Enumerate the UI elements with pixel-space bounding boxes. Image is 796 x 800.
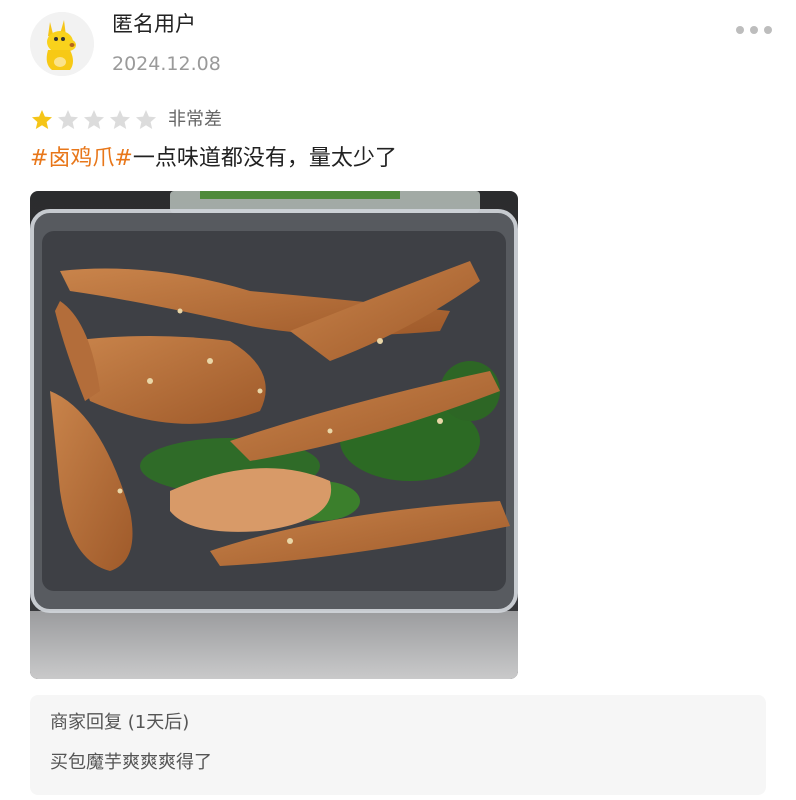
rating-label: 非常差 xyxy=(168,109,222,130)
review-date: 2024.12.08 xyxy=(112,53,221,75)
star-empty-icon xyxy=(56,108,80,132)
merchant-reply: 商家回复 (1天后) 买包魔芋爽爽爽得了 xyxy=(30,695,766,795)
star-filled-icon xyxy=(30,108,54,132)
kangaroo-mascot-icon xyxy=(30,12,94,76)
star-empty-icon xyxy=(134,108,158,132)
review-photo[interactable] xyxy=(30,191,518,679)
username[interactable]: 匿名用户 xyxy=(112,8,196,40)
user-avatar[interactable] xyxy=(30,12,94,76)
food-photo-chicken-feet xyxy=(30,191,518,679)
review-text: #卤鸡爪#一点味道都没有，量太少了 xyxy=(30,142,397,176)
rating-row: 非常差 xyxy=(30,106,330,134)
merchant-reply-title: 商家回复 (1天后) xyxy=(50,712,190,733)
star-empty-icon xyxy=(108,108,132,132)
more-dots-icon[interactable] xyxy=(734,22,774,38)
topic-tag[interactable]: #卤鸡爪# xyxy=(30,146,133,171)
review-body: 一点味道都没有，量太少了 xyxy=(132,146,397,171)
star-empty-icon xyxy=(82,108,106,132)
merchant-reply-text: 买包魔芋爽爽爽得了 xyxy=(50,752,212,773)
